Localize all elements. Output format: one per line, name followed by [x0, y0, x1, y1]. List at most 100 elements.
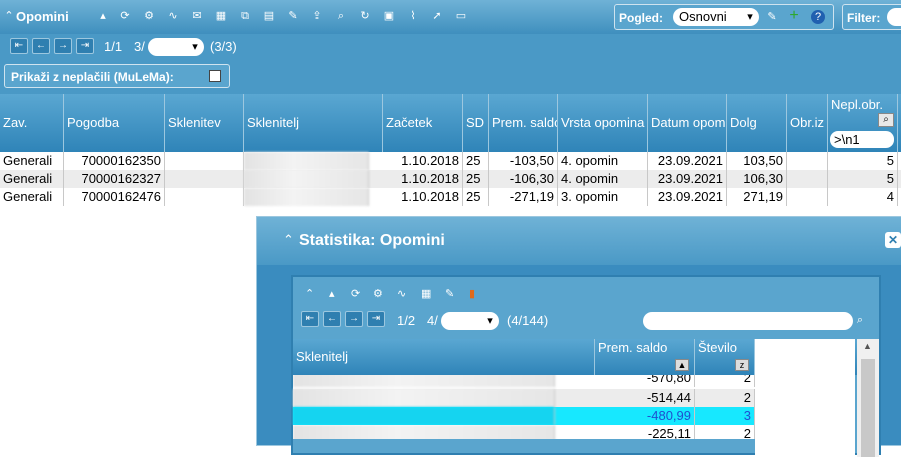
cell-zav: Generali	[0, 170, 64, 188]
settings-icon[interactable]: ⚙	[373, 287, 383, 300]
cell-obr-iz	[787, 188, 828, 206]
col-header-zacetek[interactable]: Začetek	[383, 94, 463, 152]
col-header-dolg[interactable]: Dolg	[727, 94, 787, 152]
cell-sd: 25	[463, 152, 489, 170]
statistics-panel: ⌃ ▴ ⟳ ⚙ ∿ ▦ ✎ ▮ ⇤ ← → ⇥ 1/2 4/ ▾ (4/144)…	[291, 275, 881, 457]
nepl-search-icon[interactable]: ⌕	[878, 113, 894, 127]
unpaid-filter-box: Prikaži z neplačili (MuLeMa):	[4, 64, 230, 88]
col-header-sklenitelj[interactable]: Sklenitelj	[293, 339, 595, 375]
last-page-button[interactable]: ⇥	[76, 38, 94, 54]
page-size-label: 4/	[427, 313, 438, 328]
table-row[interactable]: Generali 70000162327 1.10.2018 25 -106,3…	[0, 170, 901, 188]
chart-icon[interactable]: ∿	[166, 9, 180, 23]
cell-saldo: -480,99	[595, 407, 695, 425]
search-doc-icon[interactable]: ⌕	[334, 9, 348, 23]
settings-icon[interactable]: ⚙	[142, 9, 156, 23]
cell-sklenitelj-redacted	[293, 425, 555, 439]
prev-page-button[interactable]: ←	[323, 311, 341, 327]
next-page-button[interactable]: →	[345, 311, 363, 327]
first-page-button[interactable]: ⇤	[301, 311, 319, 327]
add-icon[interactable]: +	[787, 8, 801, 24]
chart-icon[interactable]: ∿	[397, 287, 406, 300]
cell-nepl: 4	[828, 188, 898, 206]
last-page-button[interactable]: ⇥	[367, 311, 385, 327]
col-header-sd[interactable]: SD	[463, 94, 489, 152]
table-row[interactable]: Generali 70000162350 1.10.2018 25 -103,5…	[0, 152, 901, 170]
next-page-button[interactable]: →	[54, 38, 72, 54]
help-icon[interactable]: ?	[811, 10, 825, 24]
dialog-collapse-icon[interactable]: ⌃	[283, 232, 294, 248]
attach-icon[interactable]: ⌇	[406, 9, 420, 23]
dialog-title: Statistika: Opomini	[299, 232, 445, 249]
search-input[interactable]	[643, 312, 853, 330]
cell-pogodba: 70000162476	[64, 188, 165, 206]
scroll-up-icon[interactable]: ▲	[863, 341, 872, 351]
sort-up-icon[interactable]: ▴	[96, 9, 110, 23]
col-header-datum-opom[interactable]: Datum opom	[648, 94, 727, 152]
sort-up-icon[interactable]: ▴	[329, 287, 335, 300]
grid-icon[interactable]: ▤	[262, 9, 276, 23]
search-icon[interactable]: ⌕	[853, 313, 867, 327]
cell-saldo: -514,44	[595, 389, 695, 407]
sort-asc-icon[interactable]: ▲	[675, 359, 689, 371]
cell-stevilo: 2	[695, 375, 755, 387]
edit-icon[interactable]: ✎	[445, 287, 454, 300]
unpaid-filter-label: Prikaži z neplačili (MuLeMa):	[11, 70, 174, 84]
record-count: (3/3)	[210, 39, 237, 54]
dialog-title-bar[interactable]: ⌃ Statistika: Opomini ✕	[257, 217, 901, 265]
edit-view-icon[interactable]: ✎	[765, 10, 779, 24]
collapse-icon[interactable]: ⌃	[2, 9, 16, 23]
col-header-vrsta-opomina[interactable]: Vrsta opomina	[558, 94, 648, 152]
page-indicator: 1/2	[397, 313, 416, 328]
stats-table-row[interactable]: -514,44 2	[293, 389, 755, 407]
excel-icon[interactable]: ▦	[214, 9, 228, 23]
page-size-chevron-icon: ▾	[487, 315, 493, 327]
cell-sklenitev	[165, 170, 244, 188]
cell-sklenitelj-redacted	[244, 170, 369, 188]
record-count: (4/144)	[507, 313, 549, 328]
filter-label: Filter:	[847, 11, 881, 25]
bar-chart-icon[interactable]: ▮	[469, 287, 475, 300]
cell-sklenitelj-redacted	[244, 152, 369, 170]
send-icon[interactable]: ➚	[430, 9, 444, 23]
filter-select[interactable]	[887, 8, 901, 26]
copy-icon[interactable]: ⧉	[238, 9, 252, 23]
refresh-doc-icon[interactable]: ↻	[358, 9, 372, 23]
cell-zav: Generali	[0, 152, 64, 170]
stats-table-row-selected[interactable]: -480,99 3	[293, 407, 755, 425]
col-header-obr-iz[interactable]: Obr.iz	[787, 94, 828, 152]
edit-icon[interactable]: ✎	[286, 9, 300, 23]
cell-saldo: -225,11	[595, 425, 695, 439]
mail-icon[interactable]: ✉	[190, 9, 204, 23]
refresh-icon[interactable]: ⟳	[351, 287, 360, 300]
export-icon[interactable]: ⇪	[310, 9, 324, 23]
table-row[interactable]: Generali 70000162476 1.10.2018 25 -271,1…	[0, 188, 901, 206]
col-header-sklenitelj[interactable]: Sklenitelj	[244, 94, 383, 152]
calendar-icon[interactable]: ▣	[382, 9, 396, 23]
col-header-prem-saldo[interactable]: Prem. saldo	[489, 94, 558, 152]
close-icon[interactable]: ✕	[885, 232, 901, 248]
cell-stevilo: 2	[695, 425, 755, 439]
cell-vrsta: 4. opomin	[558, 170, 648, 188]
cell-sklenitelj-redacted	[293, 407, 555, 425]
first-page-button[interactable]: ⇤	[10, 38, 28, 54]
stats-table-row[interactable]: -225,11 2	[293, 425, 755, 439]
vertical-scrollbar[interactable]: ▲	[857, 339, 879, 457]
cell-sklenitelj-redacted	[244, 188, 369, 206]
scroll-thumb[interactable]	[861, 359, 875, 457]
window-title[interactable]: Opomini	[16, 9, 69, 24]
prev-page-button[interactable]: ←	[32, 38, 50, 54]
col-header-zav[interactable]: Zav.	[0, 94, 64, 152]
collapse-icon[interactable]: ⌃	[305, 287, 314, 300]
sort-icon[interactable]: z	[735, 359, 749, 371]
col-header-pogodba[interactable]: Pogodba	[64, 94, 165, 152]
doc-icon[interactable]: ▭	[454, 9, 468, 23]
refresh-icon[interactable]: ⟳	[118, 9, 132, 23]
excel-icon[interactable]: ▦	[421, 287, 431, 300]
cell-zacetek: 1.10.2018	[383, 152, 463, 170]
cell-pogodba: 70000162327	[64, 170, 165, 188]
nepl-filter-input[interactable]: >\n1	[830, 131, 894, 148]
unpaid-checkbox[interactable]	[209, 70, 221, 82]
stats-table-row[interactable]: -570,80 2	[293, 375, 755, 389]
col-header-sklenitev[interactable]: Sklenitev	[165, 94, 244, 152]
